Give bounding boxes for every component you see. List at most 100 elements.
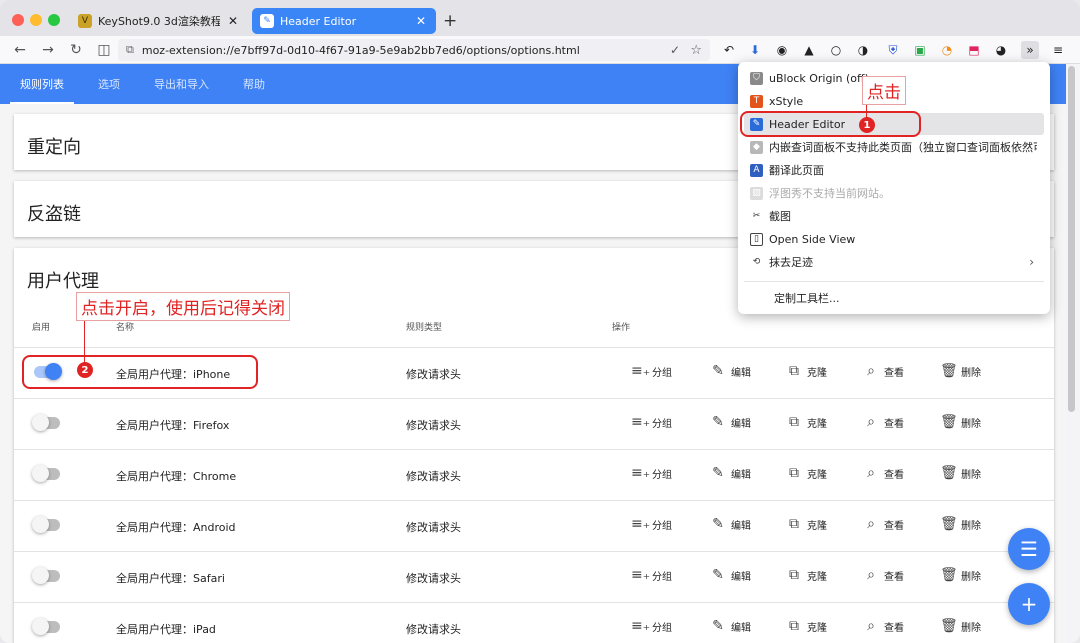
view-button[interactable]: ⌕ 查看: [863, 414, 904, 430]
close-tab-icon[interactable]: ✕: [226, 14, 240, 28]
edit-button[interactable]: ✎ 编辑: [710, 465, 751, 481]
group-button[interactable]: ≡₊ 分组: [631, 618, 672, 634]
rule-enable-toggle[interactable]: [32, 516, 60, 533]
reader-check-icon[interactable]: ✓: [670, 43, 680, 57]
camera-icon[interactable]: ◉: [773, 41, 791, 59]
group-button[interactable]: ≡₊ 分组: [631, 414, 672, 430]
reload-icon[interactable]: ↻: [66, 40, 86, 60]
edit-button[interactable]: ✎ 编辑: [710, 567, 751, 583]
view-button[interactable]: ⌕ 查看: [863, 516, 904, 532]
tab-keyshot[interactable]: V KeyShot9.0 3d渲染教程-我要自学网 ✕: [70, 8, 248, 34]
page-scrollbar[interactable]: [1068, 66, 1075, 412]
rule-enable-toggle[interactable]: [32, 465, 60, 482]
download-icon[interactable]: ⬇: [746, 41, 764, 59]
trash-icon: 🗑: [940, 363, 958, 379]
shield-icon: ⛉: [750, 71, 763, 85]
menu-item-image-preview[interactable]: ▨ 浮图秀不支持当前网站。: [744, 182, 1044, 204]
delete-button[interactable]: 🗑 删除: [940, 414, 981, 430]
group-button[interactable]: ≡₊ 分组: [631, 516, 672, 532]
pencil-icon: ✎: [712, 516, 724, 532]
delete-button[interactable]: 🗑 删除: [940, 516, 981, 532]
bookmark-star-icon[interactable]: ☆: [690, 43, 702, 58]
mask-icon[interactable]: ◑: [854, 41, 872, 59]
copy-icon: ⧉: [789, 414, 799, 430]
save-icon[interactable]: ▣: [911, 41, 929, 59]
section-title: 反盗链: [27, 204, 81, 225]
sidebar-toggle-icon[interactable]: ◫: [94, 40, 114, 60]
view-button[interactable]: ⌕ 查看: [863, 567, 904, 583]
new-tab-button[interactable]: +: [443, 11, 457, 31]
close-window-button[interactable]: [12, 14, 24, 26]
address-bar[interactable]: ⧉ moz-extension://e7bff97d-0d10-4f67-91a…: [118, 39, 710, 61]
panda-icon[interactable]: ◕: [992, 41, 1010, 59]
clone-button[interactable]: ⧉ 克隆: [786, 465, 827, 481]
tab-title: Header Editor: [280, 14, 357, 28]
rss-icon[interactable]: ◔: [938, 41, 956, 59]
tab-export-import[interactable]: 导出和导入: [144, 64, 219, 104]
rocket-icon[interactable]: ▲: [800, 41, 818, 59]
edit-button[interactable]: ✎ 编辑: [710, 414, 751, 430]
toggle-annotation: 点击开启，使用后记得关闭: [76, 292, 290, 321]
tab-options[interactable]: 选项: [88, 64, 130, 104]
menu-item-side-view[interactable]: ▯ Open Side View: [744, 228, 1044, 250]
back-icon[interactable]: ←: [10, 40, 30, 60]
close-tab-icon[interactable]: ✕: [414, 14, 428, 28]
minimize-window-button[interactable]: [30, 14, 42, 26]
view-button[interactable]: ⌕ 查看: [863, 618, 904, 634]
rule-name: 全局用户代理：Chrome: [116, 470, 237, 483]
bitwarden-icon[interactable]: ⛨: [884, 41, 902, 59]
delete-button[interactable]: 🗑 删除: [940, 465, 981, 481]
clone-button[interactable]: ⧉ 克隆: [786, 414, 827, 430]
tab-help[interactable]: 帮助: [233, 64, 275, 104]
clone-button[interactable]: ⧉ 克隆: [786, 618, 827, 634]
group-icon: ≡₊: [631, 363, 651, 379]
add-rule-button[interactable]: +: [1008, 583, 1050, 625]
circle-icon[interactable]: ○: [827, 41, 845, 59]
rule-enable-toggle[interactable]: [32, 414, 60, 431]
tab-header-editor[interactable]: ✎ Header Editor ✕: [252, 8, 436, 34]
hamburger-menu-icon[interactable]: ≡: [1049, 41, 1067, 59]
rule-enable-toggle[interactable]: [32, 618, 60, 635]
group-button[interactable]: ≡₊ 分组: [631, 567, 672, 583]
url-text: moz-extension://e7bff97d-0d10-4f67-91a9-…: [141, 43, 580, 57]
column-rule-type: 规则类型: [406, 323, 443, 333]
search-icon: ⌕: [867, 363, 875, 379]
edit-button[interactable]: ✎ 编辑: [710, 618, 751, 634]
delete-button[interactable]: 🗑 删除: [940, 567, 981, 583]
rule-type: 修改请求头: [406, 521, 461, 534]
pocket-sync-icon[interactable]: ↶: [720, 41, 738, 59]
delete-button[interactable]: 🗑 删除: [940, 363, 981, 379]
tab-rule-list[interactable]: 规则列表: [10, 64, 74, 104]
clone-button[interactable]: ⧉ 克隆: [786, 516, 827, 532]
scissors-icon: ✂: [752, 211, 761, 221]
column-actions: 操作: [612, 323, 631, 333]
trash-icon: 🗑: [940, 516, 958, 532]
group-button[interactable]: ≡₊ 分组: [631, 465, 672, 481]
section-title: 用户代理: [27, 271, 99, 292]
group-icon: ≡₊: [631, 414, 651, 430]
delete-button[interactable]: 🗑 删除: [940, 618, 981, 634]
keyshot-favicon-icon: V: [78, 14, 92, 28]
view-button[interactable]: ⌕ 查看: [863, 363, 904, 379]
view-button[interactable]: ⌕ 查看: [863, 465, 904, 481]
group-button[interactable]: ≡₊ 分组: [631, 363, 672, 379]
batch-select-button[interactable]: ☰: [1008, 528, 1050, 570]
menu-item-translate[interactable]: A 翻译此页面: [744, 159, 1044, 181]
menu-item-screenshot[interactable]: ✂ 截图: [744, 205, 1044, 227]
clone-button[interactable]: ⧉ 克隆: [786, 567, 827, 583]
clone-button[interactable]: ⧉ 克隆: [786, 363, 827, 379]
group-icon: ≡₊: [631, 567, 651, 583]
rule-enable-toggle[interactable]: [32, 567, 60, 584]
pocket-icon[interactable]: ⬒: [965, 41, 983, 59]
menu-item-dictionary[interactable]: ◆ 内嵌查词面板不支持此类页面（独立窗口查词面板依然可用）: [744, 136, 1044, 158]
menu-item-forget-history[interactable]: ⟲ 抹去足迹 ›: [744, 251, 1044, 273]
zoom-window-button[interactable]: [48, 14, 60, 26]
edit-button[interactable]: ✎ 编辑: [710, 363, 751, 379]
edit-button[interactable]: ✎ 编辑: [710, 516, 751, 532]
menu-item-customize-toolbar[interactable]: 定制工具栏...: [744, 287, 1044, 309]
browser-window: V KeyShot9.0 3d渲染教程-我要自学网 ✕ ✎ Header Edi…: [0, 0, 1080, 643]
extensions-overflow-icon[interactable]: »: [1021, 41, 1039, 59]
rule-type: 修改请求头: [406, 572, 461, 585]
table-row: 全局用户代理：Android 修改请求头 ≡₊ 分组 ✎ 编辑 ⧉ 克隆 ⌕ 查看 🗑 删…: [14, 500, 1054, 551]
forward-icon[interactable]: →: [38, 40, 58, 60]
